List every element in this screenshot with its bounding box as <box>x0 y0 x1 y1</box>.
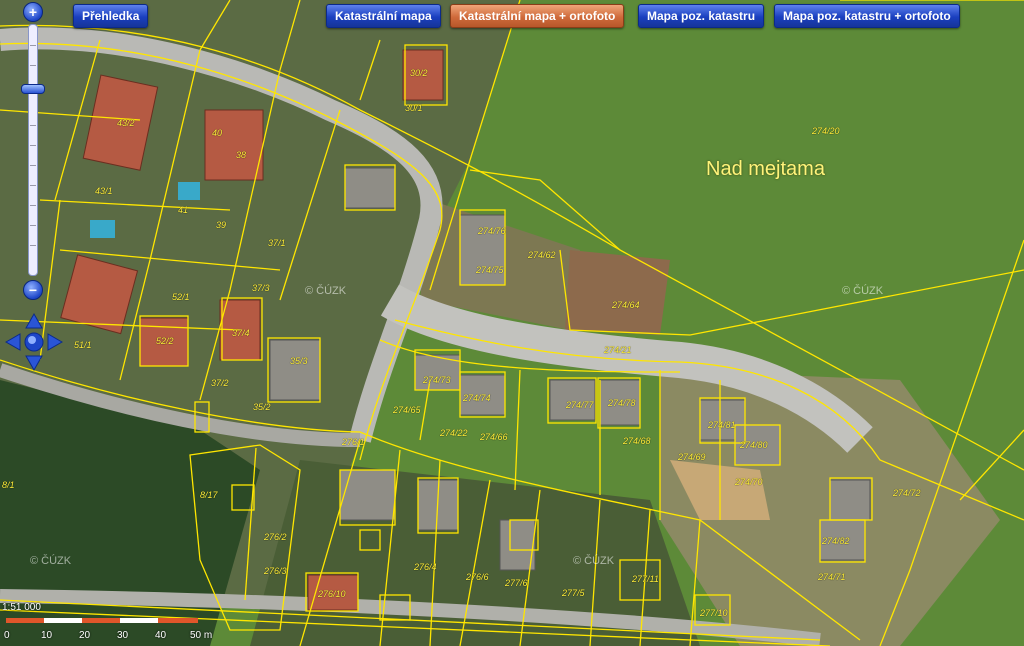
scale-graphic <box>6 618 198 623</box>
parcel-label: 274/76 <box>478 226 506 236</box>
scale-tick-label: 20 <box>79 630 91 641</box>
parcel-label: 277/5 <box>562 588 585 598</box>
parcel-label: 30/1 <box>405 103 423 113</box>
parcel-label: 274/71 <box>818 572 846 582</box>
parcel-label: 274/81 <box>708 420 736 430</box>
pan-arrows-icon[interactable] <box>4 312 64 372</box>
parcel-label: 8/17 <box>200 490 218 500</box>
zoom-slider[interactable] <box>28 24 38 276</box>
copyright-watermark: © ČÚZK <box>30 555 72 567</box>
parcel-label: 274/21 <box>604 345 632 355</box>
parcel-label: 8/1 <box>2 480 15 490</box>
parcel-label: 52/1 <box>172 292 190 302</box>
parcel-label: 277/11 <box>632 574 659 584</box>
parcel-label: 277/6 <box>505 578 528 588</box>
parcel-label: 274/65 <box>393 405 421 415</box>
zoom-slider-thumb[interactable] <box>21 84 45 94</box>
scale-tick-label: 50 m <box>190 630 213 641</box>
layer-cadastral-map-button[interactable]: Katastrální mapa <box>326 4 441 28</box>
parcel-label: 38 <box>236 150 247 160</box>
plus-icon[interactable]: + <box>23 2 43 22</box>
parcel-label: 274/64 <box>612 300 640 310</box>
parcel-label: 35/3 <box>290 356 308 366</box>
layer-land-cadastre-ortho-button[interactable]: Mapa poz. katastru + ortofoto <box>774 4 960 28</box>
zoom-control: + − <box>18 2 48 302</box>
parcel-label: 274/75 <box>476 265 504 275</box>
parcel-label: 274/74 <box>463 393 491 403</box>
map-canvas[interactable]: Nad mejtama © ČÚZK © ČÚZK © ČÚZK © ČÚZK … <box>0 0 1024 646</box>
scale-ratio: 1:51 000 <box>2 602 41 613</box>
scale-tick-label: 40 <box>155 630 167 641</box>
parcel-label: 274/66 <box>480 432 508 442</box>
parcel-label: 274/69 <box>678 452 706 462</box>
parcel-label: 43/1 <box>95 186 113 196</box>
parcel-label: 276/4 <box>414 562 437 572</box>
parcel-label: 274/82 <box>822 536 850 546</box>
parcel-label: 52/2 <box>156 336 174 346</box>
map-imagery <box>0 0 1024 646</box>
layer-land-cadastre-button[interactable]: Mapa poz. katastru <box>638 4 765 28</box>
parcel-label: 40 <box>212 128 223 138</box>
copyright-watermark: © ČÚZK <box>842 285 884 297</box>
parcel-label: 274/22 <box>440 428 468 438</box>
parcel-label: 41 <box>178 205 189 215</box>
minus-icon[interactable]: − <box>23 280 43 300</box>
parcel-label: 35/2 <box>253 402 271 412</box>
parcel-label: 274/20 <box>812 126 840 136</box>
parcel-label: 276/2 <box>264 532 287 542</box>
layer-cadastral-ortho-button[interactable]: Katastrální mapa + ortofoto <box>450 4 625 28</box>
parcel-label: 274/77 <box>566 400 594 410</box>
parcel-label: 37/1 <box>268 238 286 248</box>
parcel-label: 276/10 <box>318 589 346 599</box>
copyright-watermark: © ČÚZK <box>305 285 347 297</box>
parcel-label: 274/70 <box>735 477 763 487</box>
place-name-label: Nad mejtama <box>706 158 825 180</box>
parcel-label: 274/68 <box>623 436 651 446</box>
parcel-label: 37/3 <box>252 283 270 293</box>
parcel-label: 51/1 <box>74 340 92 350</box>
parcel-label: 37/4 <box>232 328 250 338</box>
parcel-label: 274/72 <box>893 488 921 498</box>
parcel-label: 43/2 <box>117 118 135 128</box>
parcel-label: 274/80 <box>740 440 768 450</box>
copyright-watermark: © ČÚZK <box>573 555 615 567</box>
toolbar: Přehledka Katastrální mapa Katastrální m… <box>0 4 1024 28</box>
scale-tick-label: 30 <box>117 630 129 641</box>
overview-button[interactable]: Přehledka <box>73 4 149 28</box>
parcel-label: 37/2 <box>211 378 229 388</box>
parcel-label: 276/6 <box>466 572 489 582</box>
parcel-label: 276/1 <box>342 437 365 447</box>
scale-tick-label: 0 <box>4 630 10 641</box>
parcel-label: 274/62 <box>528 250 556 260</box>
parcel-label: 39 <box>216 220 227 230</box>
parcel-label: 277/10 <box>700 608 728 618</box>
parcel-label: 30/2 <box>410 68 428 78</box>
parcel-label: 276/3 <box>264 566 287 576</box>
parcel-label: 274/73 <box>423 375 451 385</box>
parcel-label: 274/78 <box>608 398 636 408</box>
scale-bar: 1:51 000 0 10 20 30 40 50 m <box>0 600 230 646</box>
scale-tick-label: 10 <box>41 630 53 641</box>
